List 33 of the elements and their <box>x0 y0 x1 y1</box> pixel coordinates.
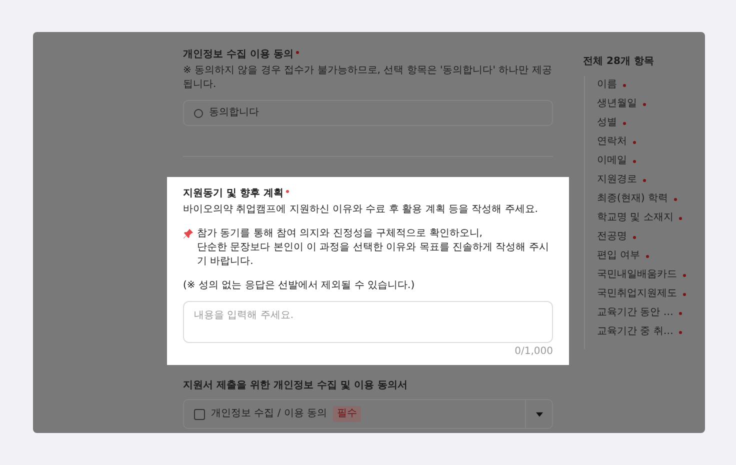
required-tag: 필수 <box>333 406 362 422</box>
outline-title: 전체 28개 항목 <box>583 55 655 68</box>
caret-icon[interactable] <box>536 412 542 416</box>
notice-text: ※ 동의하지 않을 경우 접수가 불가능하므로, 선택 항목은 '동의합니다' 하나만 제공됩니다. <box>183 64 553 92</box>
outline-link[interactable]: 교육기간 중 취… <box>597 325 674 339</box>
section-title: 지원서 제출을 위한 개인정보 수집 및 이용 동의서 <box>183 379 408 393</box>
outline-link[interactable]: 연락처 <box>597 135 627 149</box>
outline-link[interactable]: 이름 <box>597 78 617 92</box>
outline-link[interactable]: 이메일 <box>597 154 627 168</box>
description-text: 바이오의약 취업캠프에 지원하신 이유와 수료 후 활용 계획 등을 작성해 주세요. <box>183 203 539 217</box>
warning-text: (※ 성의 없는 응답은 선발에서 제외될 수 있습니다.) <box>183 279 416 293</box>
outline-link[interactable]: 전공명 <box>597 230 627 244</box>
consent-label: 개인정보 수집 / 이용 동의 <box>211 407 328 421</box>
outline-link[interactable]: 국민내일배움카드 <box>597 268 677 282</box>
outline-link[interactable]: 편입 여부 <box>597 249 640 263</box>
outline-link[interactable]: 교육기간 동안 … <box>597 306 674 320</box>
outline-link[interactable]: 최종(현재) 학력 <box>597 192 668 206</box>
outline-link[interactable]: 지원경로 <box>597 173 637 187</box>
radio-icon[interactable] <box>194 108 203 118</box>
radio-option[interactable]: 동의합니다 <box>183 100 553 126</box>
section-title: 개인정보 수집 이용 동의 <box>183 48 294 62</box>
outline-link[interactable]: 성별 <box>597 116 617 130</box>
consent-accordion[interactable]: 개인정보 수집 / 이용 동의 필수 <box>183 399 553 429</box>
checkbox[interactable] <box>194 408 205 420</box>
outline-link[interactable]: 학교명 및 소재지 <box>597 211 674 225</box>
character-counter: 0/1,000 <box>514 345 553 359</box>
instruction-text: 참가 동기를 통해 참여 의지와 진정성을 구체적으로 확인하오니, 단순한 문장보다 본인이 이 과정을 선택한 이유와 목표를 진솔하게 작성해 주시기 바랍니다. <box>197 227 550 269</box>
pushpin-icon <box>183 228 194 239</box>
option-label: 동의합니다 <box>209 106 259 120</box>
answer-field[interactable]: 내용을 입력해 주세요. <box>183 301 553 343</box>
section-title: 지원동기 및 향후 계획 <box>183 187 284 201</box>
outline-link[interactable]: 국민취업지원제도 <box>597 287 677 301</box>
outline-link[interactable]: 생년월일 <box>597 97 637 111</box>
